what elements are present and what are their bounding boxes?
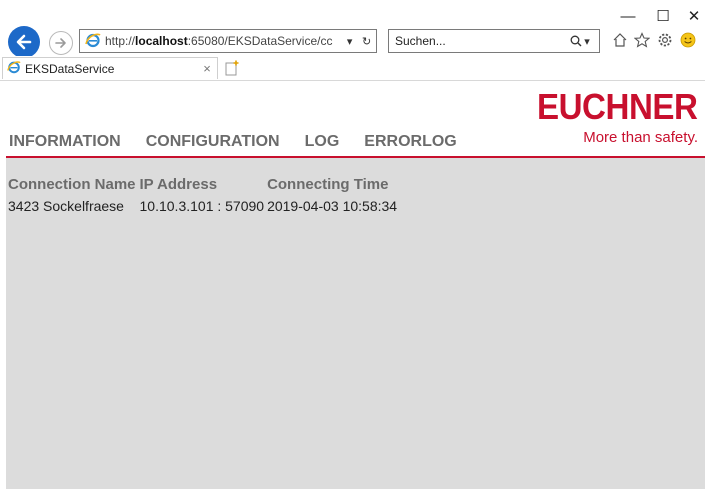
cell-connecting-time: 2019-04-03 10:58:34 — [267, 198, 398, 214]
connections-table: Connection Name IP Address Connecting Ti… — [8, 176, 401, 214]
maximize-button[interactable]: ☐ — [646, 4, 680, 28]
cell-connection-name: 3423 Sockelfraese — [8, 198, 124, 214]
table-row: 3423 Sockelfraese 10.10.3.101 : 57090 20… — [8, 196, 401, 214]
cell-ip-address: 10.10.3.101 : 57090 — [139, 198, 265, 214]
forward-button[interactable] — [49, 31, 73, 55]
content-panel: Connection Name IP Address Connecting Ti… — [6, 158, 705, 489]
gear-icon[interactable] — [655, 29, 675, 51]
tab-close-icon[interactable]: × — [197, 61, 217, 76]
header-ip-address: IP Address — [139, 176, 218, 193]
menu-errorlog[interactable]: ERRORLOG — [364, 133, 456, 151]
menu-configuration[interactable]: CONFIGURATION — [146, 133, 280, 151]
table-header-row: Connection Name IP Address Connecting Ti… — [8, 176, 401, 196]
tab-eksdataservice[interactable]: EKSDataService × — [2, 57, 218, 79]
minimize-button[interactable]: — — [611, 4, 645, 28]
logo-brand: EUCHNER — [537, 86, 698, 127]
euchner-logo: EUCHNER More than safety. — [523, 88, 698, 146]
new-tab-icon — [225, 60, 239, 76]
refresh-icon[interactable]: ↻ — [362, 35, 371, 48]
address-bar[interactable]: http://localhost:65080/EKSDataService/cc… — [79, 29, 377, 53]
ie-icon — [85, 32, 101, 51]
header-connecting-time: Connecting Time — [267, 176, 389, 193]
search-box[interactable]: Suchen... ▾ — [388, 29, 600, 53]
main-menu: INFORMATION CONFIGURATION LOG ERRORLOG — [9, 133, 482, 151]
back-button[interactable] — [8, 26, 40, 58]
menu-information[interactable]: INFORMATION — [9, 133, 121, 151]
ie-tab-icon — [7, 60, 21, 77]
dropdown-icon[interactable]: ▾ — [347, 35, 353, 48]
close-button[interactable]: ✕ — [677, 4, 705, 28]
tab-title: EKSDataService — [25, 61, 115, 76]
arrow-right-icon — [55, 38, 66, 48]
home-icon[interactable] — [610, 29, 630, 51]
new-tab-button[interactable] — [221, 58, 243, 78]
logo-tagline: More than safety. — [583, 129, 698, 146]
header-connection-name: Connection Name — [8, 176, 136, 193]
menu-log[interactable]: LOG — [305, 133, 340, 151]
search-input[interactable]: Suchen... — [389, 34, 561, 48]
address-text: http://localhost:65080/EKSDataService/cc — [105, 34, 333, 48]
smiley-feedback-icon[interactable] — [678, 29, 698, 51]
arrow-left-icon — [16, 34, 32, 50]
search-dropdown-icon[interactable]: ▾ — [584, 35, 590, 48]
favorites-star-icon[interactable] — [632, 29, 652, 51]
search-icon[interactable] — [570, 35, 582, 47]
